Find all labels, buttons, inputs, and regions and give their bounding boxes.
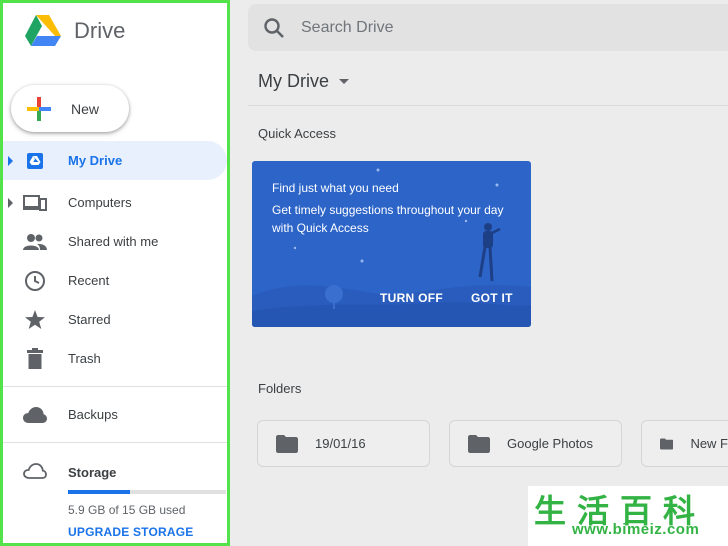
sidebar-item-label: My Drive [68, 153, 123, 168]
brand[interactable]: Drive [24, 13, 125, 49]
quick-access-label: Quick Access [258, 126, 337, 141]
sidebar-item-my-drive[interactable]: My Drive [3, 141, 227, 180]
sidebar-item-label: Trash [68, 351, 101, 366]
trash-icon [27, 347, 43, 369]
star-icon [25, 309, 45, 329]
search-bar[interactable]: Search Drive [248, 4, 728, 51]
new-button[interactable]: New [11, 85, 129, 132]
sidebar-item-shared-with-me[interactable]: Shared with me [3, 222, 227, 261]
sidebar: Drive New My Drive Computers Shared with… [0, 0, 230, 546]
my-drive-dropdown[interactable]: My Drive [258, 71, 349, 92]
upgrade-storage-link[interactable]: UPGRADE STORAGE [68, 525, 193, 539]
my-drive-icon [27, 152, 43, 169]
watermark: 生活百科 www.bimeiz.com [528, 486, 728, 546]
search-input[interactable]: Search Drive [301, 19, 393, 37]
sidebar-item-label: Computers [68, 195, 132, 210]
sidebar-divider [3, 386, 227, 387]
sidebar-item-label: Starred [68, 312, 111, 327]
plus-icon [27, 96, 51, 121]
sidebar-item-trash[interactable]: Trash [3, 339, 227, 378]
clock-icon [25, 270, 45, 291]
expand-caret-icon[interactable] [8, 155, 13, 166]
sidebar-item-label: Backups [68, 407, 118, 422]
storage-progress-fill [68, 490, 130, 494]
sidebar-item-recent[interactable]: Recent [3, 261, 227, 300]
app-name: Drive [74, 18, 126, 43]
sidebar-item-label: Recent [68, 273, 110, 288]
folder-icon [660, 438, 674, 449]
folders-label: Folders [258, 381, 302, 396]
cloud-icon [23, 406, 47, 423]
sidebar-item-computers[interactable]: Computers [3, 183, 227, 222]
folder-item[interactable]: Google Photos [449, 420, 622, 467]
sidebar-item-starred[interactable]: Starred [3, 300, 227, 339]
main-divider [248, 105, 728, 106]
folder-item[interactable]: 19/01/16 [257, 420, 430, 467]
new-button-label: New [71, 100, 100, 117]
storage-progress-bar [68, 490, 226, 494]
storage-label[interactable]: Storage [68, 465, 116, 480]
folder-name: 19/01/16 [315, 436, 366, 451]
quick-access-card-text: Get timely suggestions throughout your d… [272, 203, 504, 235]
computers-icon [23, 194, 47, 211]
got-it-button[interactable]: GOT IT [471, 291, 513, 305]
search-icon[interactable] [263, 17, 285, 39]
folder-icon [276, 434, 298, 453]
shared-icon [23, 233, 47, 250]
storage-used-text: 5.9 GB of 15 GB used [68, 503, 186, 517]
chevron-down-icon [339, 79, 349, 84]
page-title: My Drive [258, 71, 329, 91]
quick-access-card: Find just what you need Get timely sugge… [252, 161, 531, 327]
folder-icon [468, 434, 490, 453]
folder-name: Google Photos [507, 436, 594, 451]
sidebar-item-backups[interactable]: Backups [3, 395, 227, 434]
folder-item[interactable]: New F [641, 420, 728, 467]
folder-name: New F [690, 436, 728, 451]
cloud-outline-icon [23, 462, 47, 479]
sidebar-item-label: Shared with me [68, 234, 159, 249]
sidebar-divider [3, 442, 227, 443]
expand-caret-icon[interactable] [8, 197, 13, 208]
watermark-url: www.bimeiz.com [572, 521, 700, 538]
drive-logo-icon [25, 15, 61, 46]
quick-access-card-title: Find just what you need [272, 181, 399, 195]
turn-off-button[interactable]: TURN OFF [380, 291, 443, 305]
